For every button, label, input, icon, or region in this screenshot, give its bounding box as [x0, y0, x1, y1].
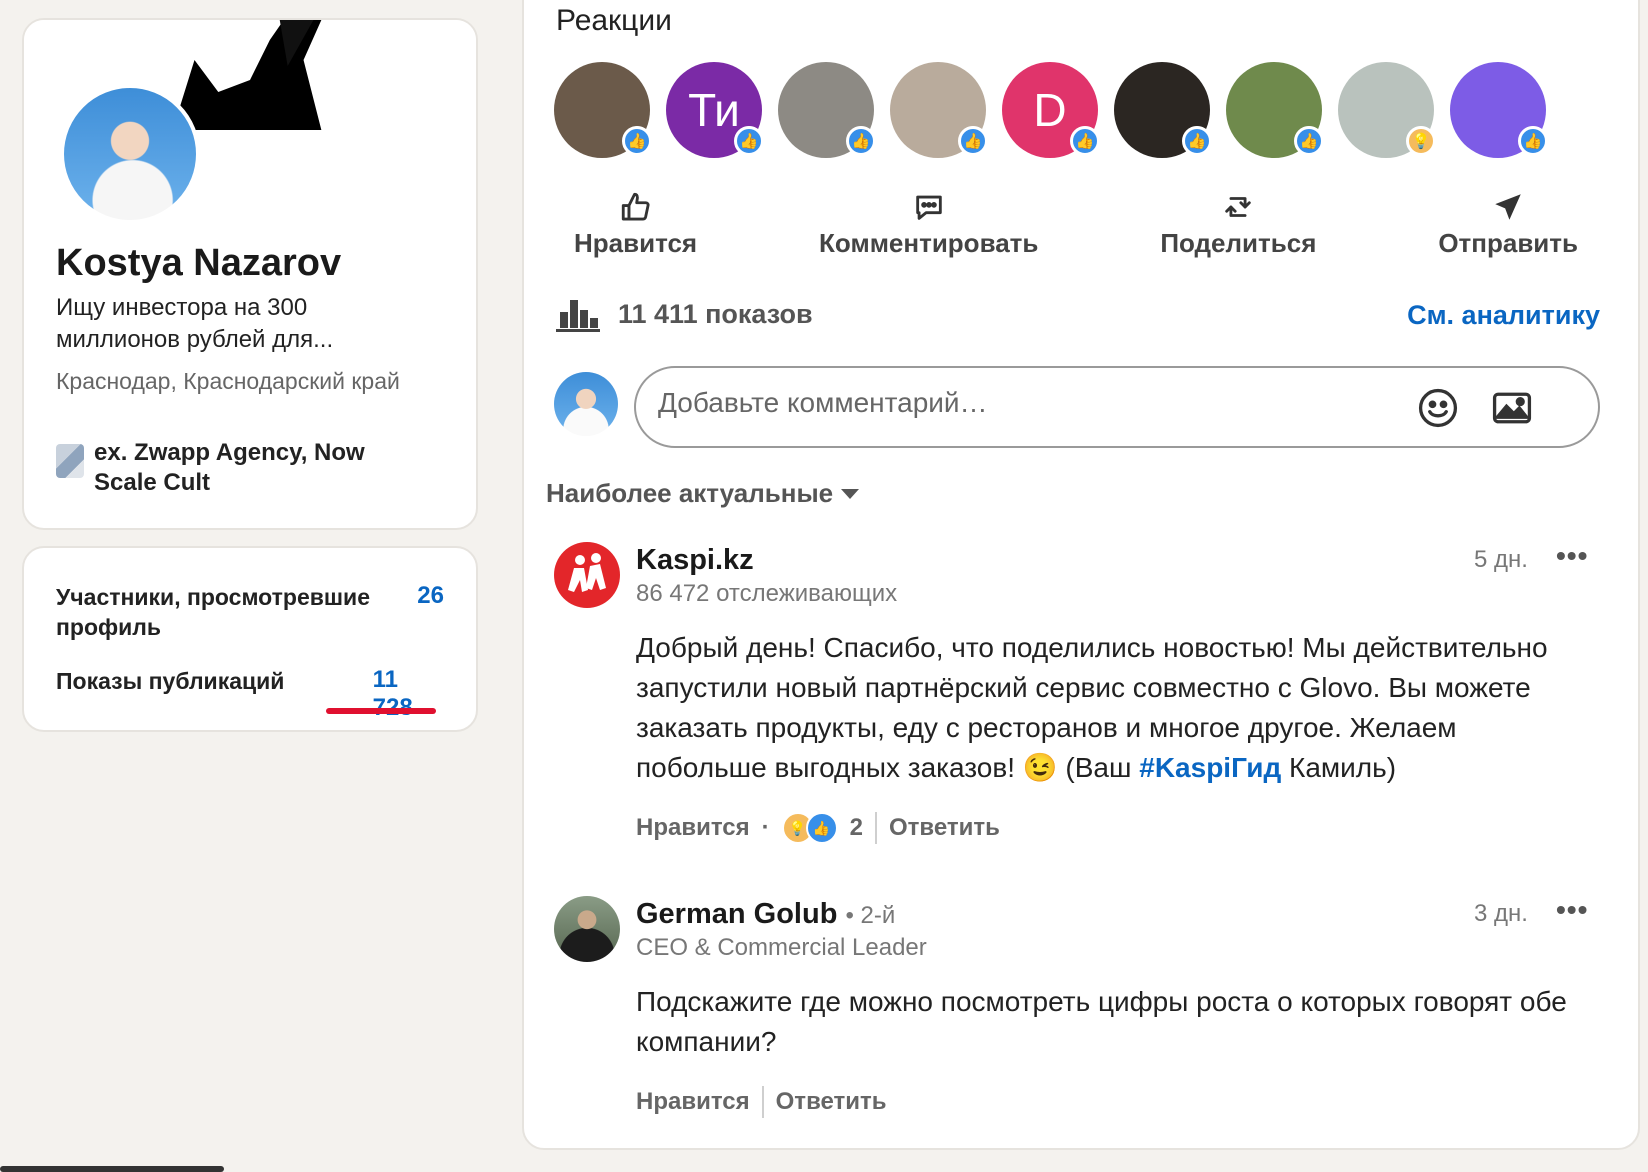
- reactor-avatar[interactable]: 👍: [1450, 62, 1548, 158]
- profile-name[interactable]: Kostya Nazarov: [56, 242, 341, 285]
- red-underline-annotation: [326, 708, 436, 714]
- german-golub-avatar[interactable]: [554, 896, 620, 962]
- reactions-title: Реакции: [556, 4, 672, 37]
- like-reaction-icon: 👍: [1294, 126, 1324, 156]
- sort-label: Наиболее актуальные: [546, 478, 834, 508]
- send-button[interactable]: Отправить: [1420, 190, 1596, 259]
- company-logo-icon: [56, 444, 84, 478]
- view-analytics-link[interactable]: См. аналитику: [1407, 300, 1600, 331]
- like-reaction-icon: 👍: [1518, 126, 1548, 156]
- scrollbar[interactable]: [0, 1166, 224, 1172]
- image-icon[interactable]: [1490, 386, 1534, 430]
- comment-text: Добрый день! Спасибо, что поделились нов…: [636, 632, 1548, 783]
- divider: [875, 812, 877, 844]
- reactor-avatar[interactable]: Ти 👍: [666, 62, 764, 158]
- comment-actions: Нравится · 💡 👍 2 Ответить: [636, 812, 1000, 844]
- reactor-avatar[interactable]: 👍: [554, 62, 652, 158]
- comment-input[interactable]: [656, 386, 1420, 420]
- like-label: Нравится: [574, 228, 698, 258]
- views-count: 11 411 показов: [618, 298, 813, 329]
- hashtag-link[interactable]: #KaspiГид: [1139, 752, 1281, 783]
- repost-icon: [1225, 197, 1252, 217]
- emoji-icon[interactable]: [1416, 386, 1460, 430]
- company-name: ex. Zwapp Agency, Now Scale Cult: [94, 439, 365, 496]
- reactor-avatar[interactable]: D 👍: [1002, 62, 1100, 158]
- like-reaction-icon: 👍: [1182, 126, 1212, 156]
- like-reaction-icon: 👍: [734, 126, 764, 156]
- comment-bubble-icon: [915, 195, 942, 220]
- comment-reply-button[interactable]: Ответить: [889, 814, 1000, 842]
- profile-headline: Ищу инвестора на 300 миллионов рублей дл…: [56, 294, 334, 353]
- stats-card: Участники, просмотревшие профиль 26 Пока…: [22, 546, 478, 732]
- reactor-avatar[interactable]: 👍: [778, 62, 876, 158]
- more-options-icon[interactable]: •••: [1556, 894, 1588, 926]
- connection-degree: • 2-й: [845, 902, 896, 929]
- send-icon: [1495, 194, 1521, 220]
- like-reaction-icon: 👍: [805, 812, 838, 844]
- more-options-icon[interactable]: •••: [1556, 540, 1588, 572]
- like-reaction-icon: 👍: [1070, 126, 1100, 156]
- dot-separator: ·: [761, 814, 770, 841]
- comment-author-subtitle: CEO & Commercial Leader: [636, 934, 927, 961]
- comment-reply-button[interactable]: Ответить: [776, 1088, 887, 1116]
- profile-viewers-row[interactable]: Участники, просмотревшие профиль 26: [56, 582, 444, 642]
- reactor-avatar[interactable]: 👍: [1226, 62, 1324, 158]
- like-reaction-icon: 👍: [846, 126, 876, 156]
- profile-avatar[interactable]: [60, 84, 200, 224]
- post-impressions-label: Показы публикаций: [56, 668, 285, 694]
- sort-dropdown[interactable]: Наиболее актуальные: [546, 478, 860, 509]
- reaction-count[interactable]: 2: [850, 814, 863, 842]
- reactor-avatar[interactable]: 👍: [1114, 62, 1212, 158]
- profile-card: Kostya Nazarov Ищу инвестора на 300 милл…: [22, 18, 478, 530]
- comment-time: 3 дн.: [1474, 900, 1528, 927]
- like-button[interactable]: Нравится: [556, 190, 715, 259]
- kaspi-logo-icon: [568, 553, 606, 592]
- post-views: 11 411 показов: [556, 296, 813, 332]
- comment-box[interactable]: [634, 366, 1600, 448]
- comment-author-subtitle: 86 472 отслеживающих: [636, 580, 898, 607]
- insightful-reaction-icon: 💡: [1406, 126, 1436, 156]
- reactor-avatar[interactable]: 💡: [1338, 62, 1436, 158]
- profile-company[interactable]: ex. Zwapp Agency, Now Scale Cult: [56, 438, 394, 498]
- comment-time: 5 дн.: [1474, 546, 1528, 573]
- send-label: Отправить: [1438, 228, 1578, 258]
- comment-author[interactable]: Kaspi.kz: [636, 544, 754, 577]
- kaspi-avatar[interactable]: [554, 542, 620, 608]
- comment-text: Подскажите где можно посмотреть цифры ро…: [636, 986, 1567, 1057]
- share-label: Поделиться: [1160, 228, 1317, 258]
- divider: [761, 1086, 764, 1118]
- current-user-avatar: [554, 372, 618, 436]
- comment-label: Комментировать: [819, 228, 1039, 258]
- like-reaction-icon: 👍: [622, 126, 652, 156]
- profile-location: Краснодар, Краснодарский край: [56, 368, 400, 394]
- like-reaction-icon: 👍: [958, 126, 988, 156]
- comment-button[interactable]: Комментировать: [801, 190, 1056, 259]
- comment-actions: Нравится Ответить: [636, 1086, 887, 1118]
- share-button[interactable]: Поделиться: [1142, 190, 1334, 259]
- comment-author[interactable]: German Golub • 2-й: [636, 898, 895, 931]
- reaction-icons[interactable]: 💡 👍: [781, 812, 838, 844]
- comment-like-button[interactable]: Нравится: [636, 814, 750, 842]
- reactor-avatar[interactable]: 👍: [890, 62, 988, 158]
- comment-like-button[interactable]: Нравится: [636, 1088, 750, 1116]
- profile-viewers-value: 26: [417, 582, 444, 609]
- profile-viewers-label: Участники, просмотревшие профиль: [56, 584, 370, 640]
- bar-chart-icon: [556, 300, 600, 332]
- post-actions-bar: Нравится Комментировать Поделиться Отпра…: [556, 190, 1596, 259]
- thumbs-up-icon: [621, 192, 650, 221]
- reactors-list: 👍 Ти 👍 👍 👍 D 👍 👍 👍 💡 👍: [554, 62, 1548, 158]
- caret-down-icon: [841, 488, 860, 499]
